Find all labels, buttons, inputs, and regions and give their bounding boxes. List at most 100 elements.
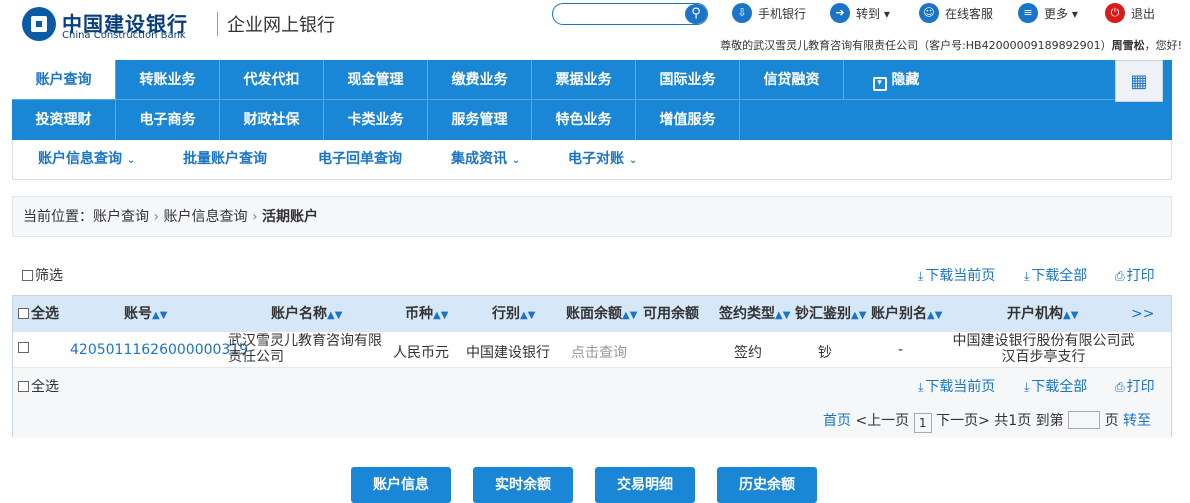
bank-name-en: China Construction Bank [62, 30, 186, 41]
header-divider [217, 12, 218, 36]
account-table: 全选 账号▲▼ 账户名称▲▼ 币种▲▼ 行别▲▼ 账面余额▲▼ 可用余额 签约类… [12, 295, 1172, 437]
col-branch[interactable]: 开户机构▲▼ [1007, 296, 1078, 332]
nav-hide-toggle[interactable]: ▾ 隐藏 [844, 60, 948, 100]
filter-toggle[interactable]: 筛选 [22, 265, 63, 285]
account-number-link[interactable]: 42050111626000000319 [70, 342, 248, 358]
realtime-balance-button[interactable]: 实时余额 [473, 467, 573, 503]
query-balance-link[interactable]: 点击查询 [571, 342, 627, 362]
nav-value-added[interactable]: 增值服务 [636, 100, 740, 140]
col-account-name[interactable]: 账户名称▲▼ [271, 296, 342, 332]
table-header: 全选 账号▲▼ 账户名称▲▼ 币种▲▼ 行别▲▼ 账面余额▲▼ 可用余额 签约类… [13, 296, 1171, 332]
prev-page-link[interactable]: <上一页 [855, 413, 909, 429]
account-name: 武汉雪灵儿教育咨询有限 责任公司 [228, 333, 382, 365]
ccb-logo-icon [22, 7, 56, 41]
nav-investment[interactable]: 投资理财 [12, 100, 116, 140]
cash-type: 钞 [818, 345, 832, 361]
nav-payroll[interactable]: 代发代扣 [220, 60, 324, 100]
col-account-no[interactable]: 账号▲▼ [124, 296, 167, 332]
nav-row-divider [12, 99, 1116, 100]
page-number-input[interactable] [1068, 411, 1101, 429]
col-book-balance[interactable]: 账面余额▲▼ [566, 296, 637, 332]
nav-service-management[interactable]: 服务管理 [428, 100, 532, 140]
main-nav: 账户查询 转账业务 代发代扣 现金管理 缴费业务 票据业务 国际业务 信贷融资 … [12, 60, 1172, 140]
pagination: 首页 <上一页 1 下一页> 共1页 到第 页 转至 [823, 410, 1151, 433]
mobile-bank-link[interactable]: 手机银行 [758, 5, 806, 22]
power-icon[interactable]: ⏻ [1105, 3, 1125, 23]
breadcrumb-prefix: 当前位置： [23, 209, 93, 225]
filter-checkbox[interactable] [22, 270, 33, 281]
col-alias[interactable]: 账户别名▲▼ [871, 296, 942, 332]
subnav-batch-query[interactable]: 批量账户查询 [183, 140, 267, 178]
nav-cash-management[interactable]: 现金管理 [324, 60, 428, 100]
sign-type: 签约 [734, 345, 762, 361]
more-link[interactable]: 更多 ▾ [1044, 5, 1078, 22]
table-footer: 全选 ⤓ 下载当前页 ⤓ 下载全部 ⎙ 打印 首页 <上一页 1 下一页> 共1页 到… [13, 368, 1171, 437]
subnav-integrated-info[interactable]: 集成资讯 ⌄ [451, 140, 520, 178]
download-page-link[interactable]: ⤓ 下载当前页 [918, 265, 995, 285]
next-page-link[interactable]: 下一页> [936, 413, 990, 429]
col-cash-type[interactable]: 钞汇鉴别▲▼ [795, 296, 866, 332]
col-bank[interactable]: 行别▲▼ [492, 296, 535, 332]
online-service-link[interactable]: 在线客服 [945, 5, 993, 22]
search-icon[interactable]: ⚲ [685, 4, 707, 24]
history-balance-button[interactable]: 历史余额 [717, 467, 817, 503]
nav-transfer[interactable]: 转账业务 [116, 60, 220, 100]
transaction-detail-button[interactable]: 交易明细 [595, 467, 695, 503]
sub-nav: 账户信息查询 ⌄ 批量账户查询 电子回单查询 集成资讯 ⌄ 电子对账 ⌄ [12, 140, 1172, 180]
download-page-link[interactable]: ⤓ 下载当前页 [918, 376, 995, 396]
breadcrumb-item[interactable]: 账户信息查询 [164, 209, 248, 225]
subnav-receipt-query[interactable]: 电子回单查询 [318, 140, 402, 178]
download-icon: ⤓ [918, 269, 924, 283]
col-sign-type[interactable]: 签约类型▲▼ [719, 296, 790, 332]
print-link[interactable]: ⎙ 打印 [1115, 376, 1155, 396]
nav-bill-payment[interactable]: 缴费业务 [428, 60, 532, 100]
goto-suffix: 页 [1104, 413, 1119, 429]
nav-ecommerce[interactable]: 电子商务 [116, 100, 220, 140]
branch-name: 中国建设银行股份有限公司武 汉百步亭支行 [952, 333, 1135, 365]
download-icon: ⤓ [1024, 380, 1030, 394]
goto-icon[interactable]: ➜ [830, 3, 850, 23]
row-checkbox[interactable] [18, 340, 31, 356]
account-info-button[interactable]: 账户信息 [351, 467, 451, 503]
more-columns-icon[interactable]: >> [1131, 296, 1154, 332]
nav-account-query[interactable]: 账户查询 [12, 60, 116, 100]
select-all-header[interactable]: 全选 [18, 296, 59, 332]
breadcrumb-current: 活期账户 [262, 209, 319, 225]
online-service-icon[interactable]: ☺ [919, 3, 939, 23]
download-all-link[interactable]: ⤓ 下载全部 [1024, 265, 1087, 285]
download-icon: ⤓ [1024, 269, 1030, 283]
nav-featured[interactable]: 特色业务 [532, 100, 636, 140]
nav-fiscal[interactable]: 财政社保 [220, 100, 324, 140]
currency: 人民币元 [393, 345, 449, 361]
printer-icon: ⎙ [1115, 269, 1125, 283]
current-page: 1 [913, 413, 932, 433]
goto-link[interactable]: 转到 ▾ [856, 5, 890, 22]
download-all-link[interactable]: ⤓ 下载全部 [1024, 376, 1087, 396]
more-menu-icon[interactable]: ≡ [1018, 3, 1038, 23]
total-pages: 共1页 [994, 413, 1032, 429]
bank-type: 中国建设银行 [466, 345, 550, 361]
nav-card[interactable]: 卡类业务 [324, 100, 428, 140]
grid-menu-icon[interactable]: ▦ [1115, 60, 1163, 102]
nav-international[interactable]: 国际业务 [636, 60, 740, 100]
exit-link[interactable]: 退出 [1131, 5, 1155, 22]
mobile-bank-icon[interactable]: ⇩ [732, 3, 752, 23]
download-icon: ⤓ [918, 380, 924, 394]
print-link[interactable]: ⎙ 打印 [1115, 265, 1155, 285]
subnav-account-info[interactable]: 账户信息查询 ⌄ [38, 140, 135, 178]
first-page-link[interactable]: 首页 [823, 413, 851, 429]
site-title: 企业网上银行 [227, 15, 335, 36]
select-all-footer[interactable]: 全选 [18, 376, 59, 396]
subnav-e-reconciliation[interactable]: 电子对账 ⌄ [568, 140, 637, 178]
collapse-icon: ▾ [872, 77, 887, 91]
goto-page-link[interactable]: 转至 [1123, 413, 1151, 429]
nav-credit[interactable]: 信贷融资 [740, 60, 844, 100]
col-available-balance[interactable]: 可用余额 [643, 296, 699, 332]
greeting-text: 尊敬的武汉雪灵儿教育咨询有限责任公司（客户号:HB420000091898929… [720, 39, 1182, 52]
breadcrumb-item[interactable]: 账户查询 [93, 209, 149, 225]
account-alias: - [898, 342, 904, 358]
breadcrumb: 当前位置：账户查询 › 账户信息查询 › 活期账户 [12, 196, 1172, 237]
col-currency[interactable]: 币种▲▼ [405, 296, 448, 332]
nav-notes[interactable]: 票据业务 [532, 60, 636, 100]
goto-prefix: 到第 [1035, 413, 1064, 429]
